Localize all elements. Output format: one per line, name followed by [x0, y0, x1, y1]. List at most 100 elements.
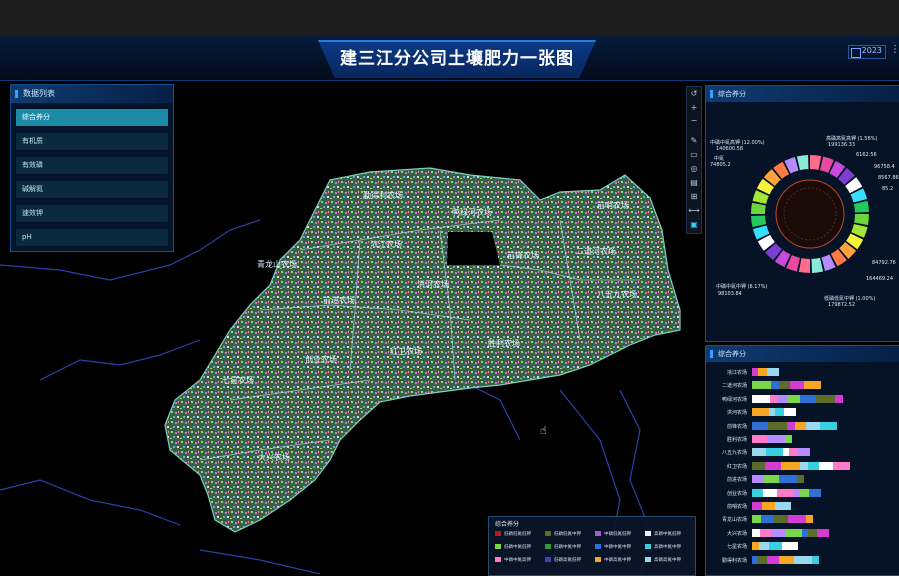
farm-label[interactable]: 前进农场	[323, 295, 355, 305]
bar-segment[interactable]	[758, 368, 767, 376]
bar-segment[interactable]	[752, 421, 768, 430]
date-badge[interactable]: 2023	[848, 45, 886, 59]
bar-segment[interactable]	[798, 448, 810, 457]
bar-segment[interactable]	[767, 368, 779, 376]
bar-segment[interactable]	[779, 475, 797, 484]
farm-label[interactable]: 浓江农场	[370, 239, 402, 249]
bar-segment[interactable]	[762, 502, 775, 510]
donut-segment[interactable]	[752, 225, 770, 240]
bar-segment[interactable]	[777, 488, 794, 497]
donut-segment[interactable]	[854, 213, 869, 226]
bar-segment[interactable]	[763, 488, 777, 497]
bar-segment[interactable]	[795, 421, 806, 430]
bar-segment[interactable]	[769, 542, 782, 551]
legend-item[interactable]: 高磷高氮中钾	[645, 557, 681, 563]
farm-label[interactable]: 大兴农场	[258, 452, 290, 462]
donut-segment[interactable]	[846, 233, 864, 250]
legend-item[interactable]: 中磷低氮低钾	[595, 531, 631, 537]
legend-item[interactable]: 低磷高氮低钾	[545, 557, 581, 563]
farm-label[interactable]: 八五九农场	[597, 289, 637, 299]
bar-segment[interactable]	[752, 461, 765, 470]
donut-segment[interactable]	[837, 167, 855, 185]
bar-segment[interactable]	[752, 502, 762, 510]
donut-segment[interactable]	[851, 223, 868, 238]
donut-segment[interactable]	[850, 188, 868, 203]
legend-item[interactable]: 中磷中氮中钾	[595, 544, 631, 550]
legend-item[interactable]: 中磷中氮高钾	[495, 557, 531, 563]
bar-segment[interactable]	[759, 542, 769, 551]
bar-segment[interactable]	[752, 528, 760, 537]
donut-segment[interactable]	[830, 249, 847, 267]
bar-segment[interactable]	[817, 528, 829, 537]
bar-segment[interactable]	[767, 435, 785, 443]
layer-item-organic-matter[interactable]: 有机质	[16, 133, 168, 150]
bar-segment[interactable]	[800, 488, 809, 497]
bar-segment[interactable]	[771, 528, 785, 537]
donut-segment[interactable]	[774, 250, 791, 268]
bar-segment[interactable]	[835, 394, 843, 403]
legend-item[interactable]: 高磷中氮中钾	[645, 544, 681, 550]
layers-icon[interactable]: ▤	[687, 177, 701, 189]
bar-segment[interactable]	[819, 461, 833, 470]
map-region-polygon[interactable]	[164, 167, 681, 533]
farm-label[interactable]: 前哨农场	[597, 200, 629, 210]
reset-view-icon[interactable]: ↺	[687, 88, 701, 100]
bar-segment[interactable]	[794, 555, 812, 564]
bar-segment[interactable]	[752, 475, 764, 484]
bar-segment[interactable]	[820, 421, 837, 430]
layer-item-available-k[interactable]: 速效钾	[16, 205, 168, 222]
donut-segment[interactable]	[819, 156, 834, 173]
more-icon[interactable]: ⋮	[890, 44, 899, 55]
bar-segment[interactable]	[765, 461, 781, 470]
bar-segment[interactable]	[770, 394, 777, 403]
layer-item-comprehensive[interactable]: 综合养分	[16, 109, 168, 126]
bar-segment[interactable]	[775, 502, 791, 510]
bar-segment[interactable]	[787, 421, 795, 430]
farm-label[interactable]: 创业农场	[305, 354, 337, 364]
bar-segment[interactable]	[785, 435, 792, 443]
legend-item[interactable]: 低磷中氮中钾	[545, 544, 581, 550]
zoom-out-icon[interactable]: −	[687, 115, 701, 127]
donut-segment[interactable]	[839, 241, 857, 259]
bar-segment[interactable]	[752, 488, 763, 497]
bar-segment[interactable]	[816, 394, 835, 403]
bar-segment[interactable]	[809, 488, 821, 497]
farm-label[interactable]: 胜利农场	[488, 338, 520, 348]
bar-segment[interactable]	[781, 461, 800, 470]
bar-segment[interactable]	[797, 475, 804, 484]
bar-segment[interactable]	[752, 435, 767, 443]
donut-segment[interactable]	[845, 177, 863, 194]
bar-segment[interactable]	[779, 381, 790, 390]
bar-segment[interactable]	[833, 461, 850, 470]
donut-segment[interactable]	[765, 243, 783, 261]
bar-segment[interactable]	[812, 555, 819, 564]
bar-segment[interactable]	[800, 394, 816, 403]
zoom-in-icon[interactable]: +	[687, 102, 701, 114]
donut-segment[interactable]	[757, 234, 775, 251]
bar-segment[interactable]	[808, 461, 819, 470]
bar-segment[interactable]	[804, 381, 821, 390]
bar-segment[interactable]	[806, 421, 820, 430]
donut-segment[interactable]	[809, 155, 822, 170]
farm-label[interactable]: 洪河农场	[417, 279, 449, 289]
donut-segment[interactable]	[829, 160, 846, 178]
legend-item[interactable]: 低磷中氮低钾	[495, 544, 531, 550]
donut-segment[interactable]	[773, 161, 790, 179]
bar-segment[interactable]	[784, 408, 796, 417]
bar-segment[interactable]	[806, 515, 813, 524]
bar-segment[interactable]	[800, 461, 808, 470]
layer-item-ph[interactable]: pH	[16, 229, 168, 246]
bar-segment[interactable]	[771, 381, 779, 390]
bar-segment[interactable]	[773, 515, 788, 524]
bar-segment[interactable]	[790, 381, 804, 390]
bar-segment[interactable]	[767, 555, 779, 564]
farm-label[interactable]: 青龙山农场	[257, 259, 297, 269]
farm-label[interactable]: 前锋农场	[507, 250, 539, 260]
bar-segment[interactable]	[752, 515, 761, 524]
legend-item[interactable]: 高磷中氮低钾	[645, 531, 681, 537]
bar-segment[interactable]	[768, 421, 787, 430]
measure-icon[interactable]: ⟷	[687, 205, 701, 217]
layer-item-alkali-n[interactable]: 碱解氮	[16, 181, 168, 198]
donut-segment[interactable]	[798, 258, 811, 273]
bar-segment[interactable]	[789, 448, 798, 457]
